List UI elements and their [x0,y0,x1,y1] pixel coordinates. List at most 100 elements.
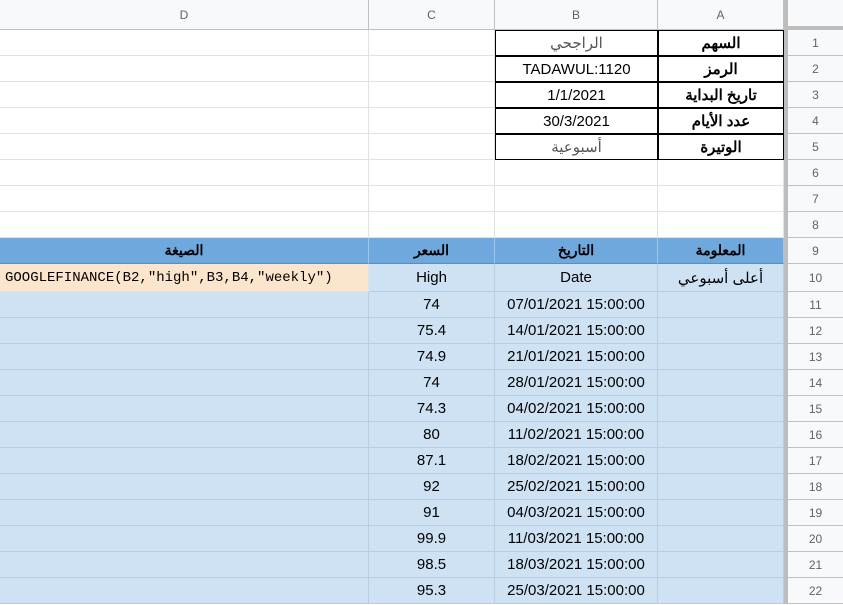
column-header-a[interactable]: A [658,0,784,30]
cell[interactable] [0,56,369,82]
row-header[interactable]: 22 [784,578,843,604]
cell[interactable] [369,56,495,82]
date-cell[interactable]: 04/02/2021 15:00:00 [495,396,658,422]
row-header[interactable]: 3 [784,82,843,108]
date-header-cell[interactable]: Date [495,264,658,292]
cell[interactable] [0,292,369,318]
column-header-c[interactable]: C [369,0,495,30]
row-header[interactable]: 17 [784,448,843,474]
price-cell[interactable]: 74 [369,292,495,318]
row-header[interactable]: 14 [784,370,843,396]
param-label[interactable]: عدد الأيام [658,108,784,134]
cell[interactable] [658,552,784,578]
cell[interactable] [658,344,784,370]
select-all-corner[interactable] [784,0,843,30]
cell[interactable] [658,500,784,526]
cell[interactable] [0,370,369,396]
table-header-date[interactable]: التاريخ [495,238,658,264]
cell[interactable] [0,186,369,212]
cell[interactable] [369,108,495,134]
price-cell[interactable]: 74 [369,370,495,396]
row-header[interactable]: 21 [784,552,843,578]
cell[interactable] [0,396,369,422]
info-cell[interactable]: أعلى أسبوعي [658,264,784,292]
price-cell[interactable]: 87.1 [369,448,495,474]
date-cell[interactable]: 28/01/2021 15:00:00 [495,370,658,396]
cell[interactable] [369,30,495,56]
param-value[interactable]: أسبوعية [495,134,658,160]
price-header-cell[interactable]: High [369,264,495,292]
date-cell[interactable]: 25/03/2021 15:00:00 [495,578,658,604]
price-cell[interactable]: 99.9 [369,526,495,552]
date-cell[interactable]: 04/03/2021 15:00:00 [495,500,658,526]
row-header[interactable]: 4 [784,108,843,134]
row-header[interactable]: 20 [784,526,843,552]
cell[interactable] [0,160,369,186]
cell[interactable] [0,344,369,370]
cell[interactable] [658,370,784,396]
cell[interactable] [658,396,784,422]
price-cell[interactable]: 95.3 [369,578,495,604]
cell[interactable] [0,526,369,552]
cell[interactable] [0,82,369,108]
row-header[interactable]: 18 [784,474,843,500]
date-cell[interactable]: 07/01/2021 15:00:00 [495,292,658,318]
param-label[interactable]: الرمز [658,56,784,82]
table-header-info[interactable]: المعلومة [658,238,784,264]
date-cell[interactable]: 11/03/2021 15:00:00 [495,526,658,552]
cell[interactable] [0,448,369,474]
cell[interactable] [0,212,369,238]
param-value[interactable]: 1/1/2021 [495,82,658,108]
param-label[interactable]: الوتيرة [658,134,784,160]
cell[interactable] [0,318,369,344]
row-header[interactable]: 6 [784,160,843,186]
row-header[interactable]: 1 [784,30,843,56]
cell[interactable] [495,186,658,212]
date-cell[interactable]: 11/02/2021 15:00:00 [495,422,658,448]
column-header-b[interactable]: B [495,0,658,30]
price-cell[interactable]: 91 [369,500,495,526]
row-header[interactable]: 15 [784,396,843,422]
row-header[interactable]: 13 [784,344,843,370]
cell[interactable] [658,186,784,212]
row-header[interactable]: 16 [784,422,843,448]
formula-cell[interactable]: GOOGLEFINANCE(B2,"high",B3,B4,"weekly") [0,264,369,292]
cell[interactable] [0,552,369,578]
param-value[interactable]: الراجحي [495,30,658,56]
cell[interactable] [658,578,784,604]
cell[interactable] [658,448,784,474]
row-header[interactable]: 7 [784,186,843,212]
cell[interactable] [658,292,784,318]
cell[interactable] [658,318,784,344]
price-cell[interactable]: 74.3 [369,396,495,422]
cell[interactable] [658,160,784,186]
cell[interactable] [0,134,369,160]
cell[interactable] [0,108,369,134]
price-cell[interactable]: 92 [369,474,495,500]
column-header-d[interactable]: D [0,0,369,30]
cell[interactable] [658,526,784,552]
cell[interactable] [369,212,495,238]
param-value[interactable]: 30/3/2021 [495,108,658,134]
param-label[interactable]: تاريخ البداية [658,82,784,108]
table-header-formula[interactable]: الصيغة [0,238,369,264]
row-header[interactable]: 12 [784,318,843,344]
price-cell[interactable]: 75.4 [369,318,495,344]
price-cell[interactable]: 80 [369,422,495,448]
row-header[interactable]: 19 [784,500,843,526]
date-cell[interactable]: 25/02/2021 15:00:00 [495,474,658,500]
cell[interactable] [369,186,495,212]
param-value[interactable]: TADAWUL:1120 [495,56,658,82]
cell[interactable] [0,30,369,56]
cell[interactable] [495,160,658,186]
date-cell[interactable]: 18/02/2021 15:00:00 [495,448,658,474]
cell[interactable] [0,422,369,448]
cell[interactable] [369,82,495,108]
cell[interactable] [658,422,784,448]
date-cell[interactable]: 21/01/2021 15:00:00 [495,344,658,370]
cell[interactable] [658,474,784,500]
cell[interactable] [369,160,495,186]
cell[interactable] [0,578,369,604]
row-header[interactable]: 2 [784,56,843,82]
date-cell[interactable]: 18/03/2021 15:00:00 [495,552,658,578]
